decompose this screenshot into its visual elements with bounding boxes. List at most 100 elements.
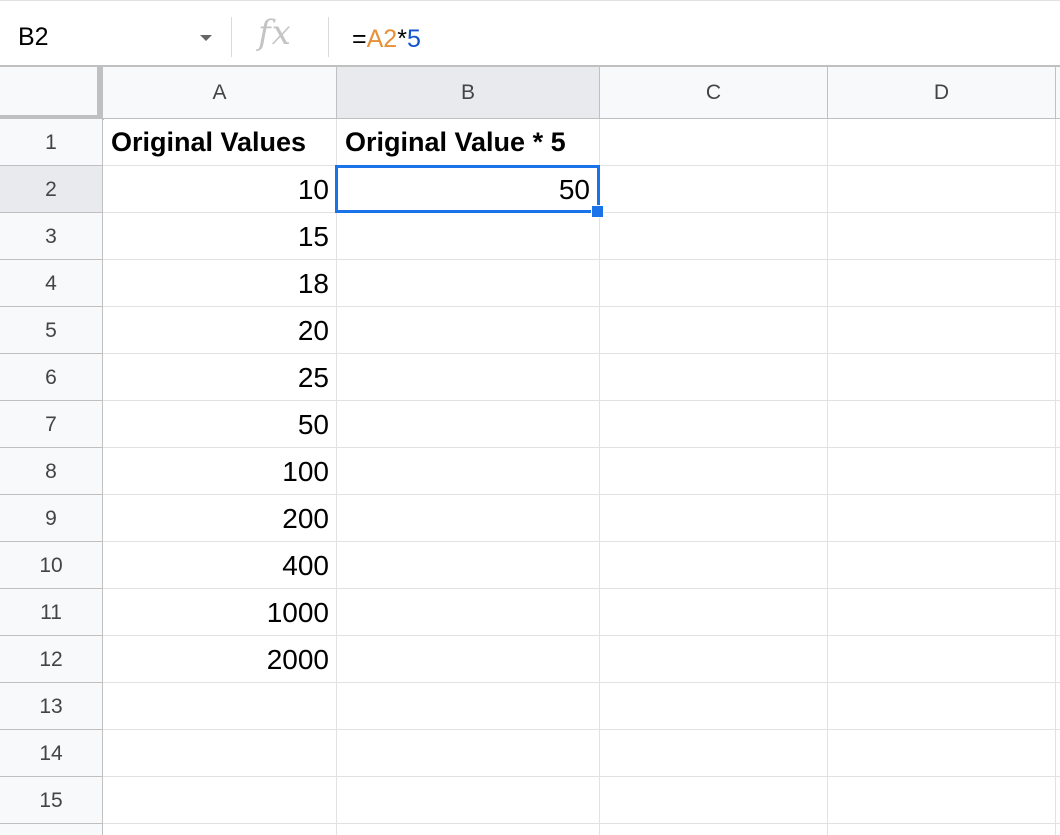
cell-c1-bg[interactable]: [600, 119, 828, 166]
row-header-1[interactable]: 1: [0, 119, 103, 166]
cell-e12-bg[interactable]: [1056, 636, 1060, 683]
row-header-15[interactable]: 15: [0, 777, 103, 824]
cell-e11-bg[interactable]: [1056, 589, 1060, 636]
cell-a7[interactable]: 50: [103, 401, 337, 448]
cell-a12[interactable]: 2000: [103, 636, 337, 683]
row-header-2[interactable]: 2: [0, 166, 103, 213]
row-header-13[interactable]: 13: [0, 683, 103, 730]
cell-b6-bg[interactable]: [337, 354, 600, 401]
column-header-d[interactable]: D: [828, 67, 1056, 119]
row-header-3[interactable]: 3: [0, 213, 103, 260]
cell-e15-bg[interactable]: [1056, 777, 1060, 824]
cell-c15-bg[interactable]: [600, 777, 828, 824]
cell-b13-bg[interactable]: [337, 683, 600, 730]
cell-d7-bg[interactable]: [828, 401, 1056, 448]
cell-b4-bg[interactable]: [337, 260, 600, 307]
cell-c9-bg[interactable]: [600, 495, 828, 542]
cell-b7-bg[interactable]: [337, 401, 600, 448]
column-header-b[interactable]: B: [337, 67, 600, 119]
cell-d13-bg[interactable]: [828, 683, 1056, 730]
cell-b14-bg[interactable]: [337, 730, 600, 777]
row-header-14[interactable]: 14: [0, 730, 103, 777]
cell-d14-bg[interactable]: [828, 730, 1056, 777]
cell-e8-bg[interactable]: [1056, 448, 1060, 495]
cell-c7-bg[interactable]: [600, 401, 828, 448]
cell-c2-bg[interactable]: [600, 166, 828, 213]
row-header-10[interactable]: 10: [0, 542, 103, 589]
cell-e2-bg[interactable]: [1056, 166, 1060, 213]
row-header-16[interactable]: [0, 824, 103, 835]
cell-d8-bg[interactable]: [828, 448, 1056, 495]
cell-c5-bg[interactable]: [600, 307, 828, 354]
cell-e9-bg[interactable]: [1056, 495, 1060, 542]
cell-b3-bg[interactable]: [337, 213, 600, 260]
cell-b15-bg[interactable]: [337, 777, 600, 824]
cell-c3-bg[interactable]: [600, 213, 828, 260]
cell-b11-bg[interactable]: [337, 589, 600, 636]
cell-d3-bg[interactable]: [828, 213, 1056, 260]
cell-c16-bg[interactable]: [600, 824, 828, 835]
cell-e14-bg[interactable]: [1056, 730, 1060, 777]
cell-d10-bg[interactable]: [828, 542, 1056, 589]
cell-c4-bg[interactable]: [600, 260, 828, 307]
cell-c8-bg[interactable]: [600, 448, 828, 495]
row-header-11[interactable]: 11: [0, 589, 103, 636]
cell-e10-bg[interactable]: [1056, 542, 1060, 589]
cell-a6[interactable]: 25: [103, 354, 337, 401]
cell-a15-bg[interactable]: [103, 777, 337, 824]
cell-a8[interactable]: 100: [103, 448, 337, 495]
name-box[interactable]: B2: [18, 23, 49, 52]
cell-a11[interactable]: 1000: [103, 589, 337, 636]
cell-e4-bg[interactable]: [1056, 260, 1060, 307]
cell-d9-bg[interactable]: [828, 495, 1056, 542]
cell-e16-bg[interactable]: [1056, 824, 1060, 835]
cell-b5-bg[interactable]: [337, 307, 600, 354]
cell-b16-bg[interactable]: [337, 824, 600, 835]
row-header-9[interactable]: 9: [0, 495, 103, 542]
cell-e6-bg[interactable]: [1056, 354, 1060, 401]
cell-e7-bg[interactable]: [1056, 401, 1060, 448]
row-header-5[interactable]: 5: [0, 307, 103, 354]
cell-b10-bg[interactable]: [337, 542, 600, 589]
cell-d12-bg[interactable]: [828, 636, 1056, 683]
cell-d15-bg[interactable]: [828, 777, 1056, 824]
cell-a10[interactable]: 400: [103, 542, 337, 589]
cell-b2[interactable]: 50: [337, 166, 600, 213]
row-header-8[interactable]: 8: [0, 448, 103, 495]
row-header-12[interactable]: 12: [0, 636, 103, 683]
cell-b1[interactable]: Original Value * 5: [337, 119, 600, 166]
cell-c6-bg[interactable]: [600, 354, 828, 401]
fill-handle[interactable]: [591, 205, 604, 218]
cell-a4[interactable]: 18: [103, 260, 337, 307]
cell-e1-bg[interactable]: [1056, 119, 1060, 166]
cell-a13-bg[interactable]: [103, 683, 337, 730]
cell-b8-bg[interactable]: [337, 448, 600, 495]
cell-c11-bg[interactable]: [600, 589, 828, 636]
cell-d2-bg[interactable]: [828, 166, 1056, 213]
cell-b12-bg[interactable]: [337, 636, 600, 683]
cell-c12-bg[interactable]: [600, 636, 828, 683]
column-header-c[interactable]: C: [600, 67, 828, 119]
cell-d1-bg[interactable]: [828, 119, 1056, 166]
cell-d16-bg[interactable]: [828, 824, 1056, 835]
cell-c13-bg[interactable]: [600, 683, 828, 730]
cell-d6-bg[interactable]: [828, 354, 1056, 401]
cell-a16-bg[interactable]: [103, 824, 337, 835]
cell-c14-bg[interactable]: [600, 730, 828, 777]
row-header-4[interactable]: 4: [0, 260, 103, 307]
cell-d5-bg[interactable]: [828, 307, 1056, 354]
cell-a14-bg[interactable]: [103, 730, 337, 777]
cell-a3[interactable]: 15: [103, 213, 337, 260]
cell-d4-bg[interactable]: [828, 260, 1056, 307]
column-header-a[interactable]: A: [103, 67, 337, 119]
row-header-7[interactable]: 7: [0, 401, 103, 448]
cell-a5[interactable]: 20: [103, 307, 337, 354]
cell-e5-bg[interactable]: [1056, 307, 1060, 354]
cell-e3-bg[interactable]: [1056, 213, 1060, 260]
cell-a9[interactable]: 200: [103, 495, 337, 542]
cell-c10-bg[interactable]: [600, 542, 828, 589]
formula-input[interactable]: =A2*5: [352, 25, 421, 54]
cell-a1[interactable]: Original Values: [103, 119, 337, 166]
column-header-e[interactable]: [1056, 67, 1060, 119]
select-all-corner[interactable]: [0, 67, 97, 117]
